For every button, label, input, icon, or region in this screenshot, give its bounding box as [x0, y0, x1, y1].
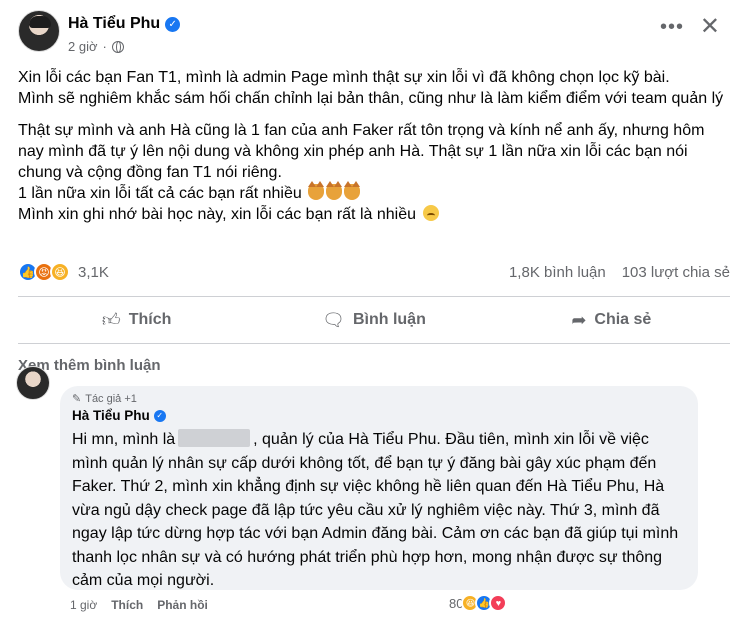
- author-avatar[interactable]: [18, 10, 60, 52]
- post-time[interactable]: 2 giờ: [68, 39, 98, 54]
- post-paragraph-4: Mình xin ghi nhớ bài học này, xin lỗi cá…: [18, 204, 730, 225]
- action-bar: 👍︎ Thích 🗨 Bình luận ➦ Chia sẻ: [18, 300, 730, 340]
- share-arrow-icon: ➦: [571, 309, 587, 330]
- reaction-count[interactable]: 3,1K: [78, 264, 109, 281]
- comment-text: Hi mn, mình là, quản lý của Hà Tiểu Phu.…: [72, 429, 679, 589]
- thumbs-up-icon: 👍︎: [101, 310, 121, 330]
- post-meta: 2 giờ ·: [68, 39, 124, 54]
- comment-time[interactable]: 1 giờ: [70, 598, 97, 612]
- post-body: Xin lỗi các bạn Fan T1, mình là admin Pa…: [18, 67, 730, 225]
- more-options-icon[interactable]: •••: [660, 16, 684, 39]
- close-icon[interactable]: ✕: [700, 12, 720, 41]
- post-paragraph-3: 1 lần nữa xin lỗi tất cả các bạn rất nhi…: [18, 181, 730, 204]
- author-tag: ✎ Tác giả +1: [72, 392, 137, 406]
- comment-footer: 1 giờ Thích Phản hồi: [70, 598, 208, 612]
- share-button[interactable]: ➦ Chia sẻ: [493, 300, 730, 340]
- love-reaction-icon: ♥: [489, 594, 508, 612]
- comment-author-avatar[interactable]: [16, 366, 50, 400]
- pencil-icon: ✎: [72, 393, 82, 405]
- fox-emoji-icon: [326, 181, 343, 200]
- comment-author-row: Hà Tiểu Phu ✓: [72, 408, 686, 423]
- fox-emoji-icon: [308, 181, 325, 200]
- verified-badge-icon: ✓: [165, 16, 181, 32]
- redacted-name-blur: [178, 429, 251, 447]
- divider: [18, 296, 730, 297]
- comment-author-name[interactable]: Hà Tiểu Phu: [72, 408, 150, 423]
- comment-bubble-icon: 🗨: [322, 309, 345, 330]
- comment-like-link[interactable]: Thích: [111, 598, 143, 612]
- share-count[interactable]: 103 lượt chia sẻ: [622, 264, 730, 281]
- comment-count[interactable]: 1,8K bình luận: [509, 264, 606, 281]
- post-stats: 👍 😡 😆 3,1K 1,8K bình luận 103 lượt chia …: [18, 262, 730, 286]
- stats-right: 1,8K bình luận 103 lượt chia sẻ: [509, 264, 730, 281]
- comment-reactions[interactable]: 80 😆 👍 ♥: [449, 594, 508, 612]
- author-name[interactable]: Hà Tiểu Phu: [68, 15, 160, 33]
- like-button[interactable]: 👍︎ Thích: [18, 300, 255, 340]
- globe-icon: [111, 40, 124, 53]
- post-header: Hà Tiểu Phu ✓ 2 giờ · ••• ✕: [12, 6, 734, 56]
- haha-reaction-icon: 😆: [50, 262, 70, 282]
- comment-reply-link[interactable]: Phản hồi: [157, 598, 208, 612]
- author-name-row: Hà Tiểu Phu ✓: [68, 15, 181, 33]
- post-paragraph-1: Xin lỗi các bạn Fan T1, mình là admin Pa…: [18, 69, 724, 107]
- reaction-summary[interactable]: 👍 😡 😆 3,1K: [18, 262, 109, 282]
- sad-face-emoji-icon: [423, 205, 440, 221]
- post-paragraph-2: Thật sự mình và anh Hà cũng là 1 fan của…: [18, 122, 705, 181]
- fox-emoji-icon: [344, 181, 361, 200]
- verified-badge-icon: ✓: [153, 409, 166, 422]
- divider: [18, 343, 730, 344]
- comment-bubble: ✎ Tác giả +1 Hà Tiểu Phu ✓ Hi mn, mình l…: [60, 386, 698, 590]
- comment-button[interactable]: 🗨 Bình luận: [255, 300, 492, 340]
